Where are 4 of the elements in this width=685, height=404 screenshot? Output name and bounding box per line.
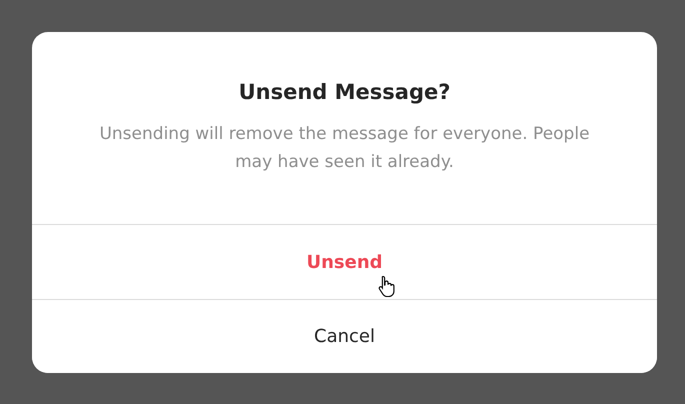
dialog-message: Unsending will remove the message for everyone. People may have seen it already. (98, 123, 591, 174)
dialog-title: Unsend Message? (238, 80, 450, 104)
cancel-button[interactable]: Cancel (32, 299, 657, 373)
unsend-button[interactable]: Unsend (32, 224, 657, 299)
